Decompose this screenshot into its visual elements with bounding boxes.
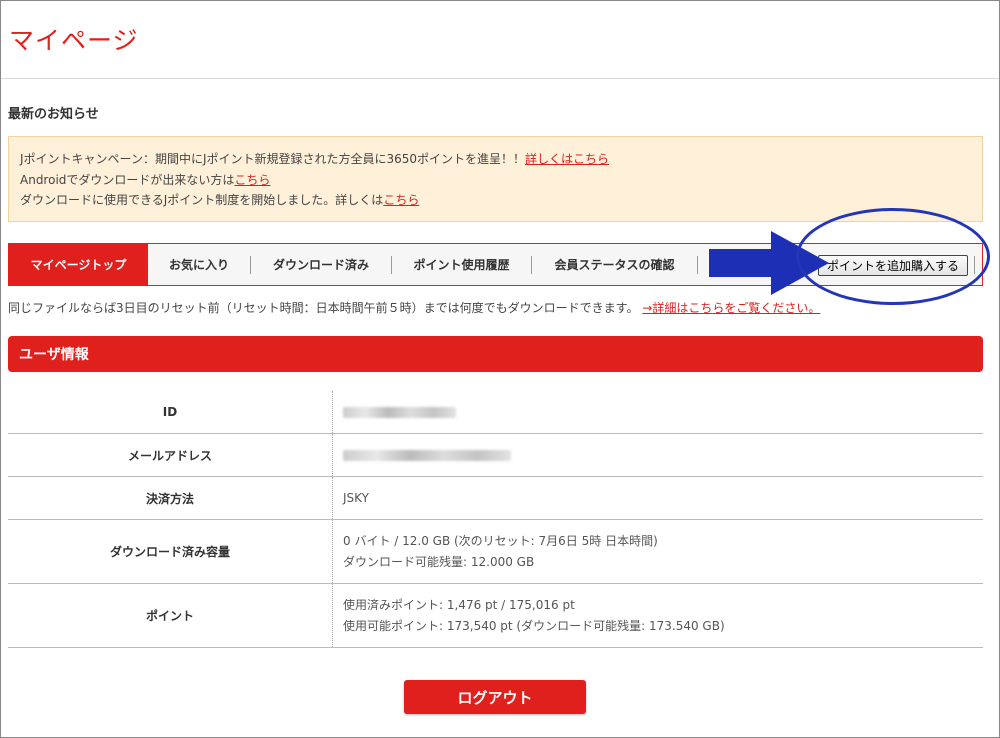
header: マイページ bbox=[1, 1, 999, 79]
row-label-points: ポイント bbox=[8, 584, 333, 647]
points-available: 使用可能ポイント: 173,540 pt (ダウンロード可能残量: 173.54… bbox=[343, 618, 725, 633]
row-value-id bbox=[333, 391, 983, 433]
tab-point-history[interactable]: ポイント使用履歴 bbox=[392, 244, 531, 285]
logout-button[interactable]: ログアウト bbox=[404, 680, 586, 714]
row-value-payment: JSKY bbox=[333, 477, 983, 519]
table-row: ポイント 使用済みポイント: 1,476 pt / 175,016 pt 使用可… bbox=[8, 584, 983, 648]
row-label-download-capacity: ダウンロード済み容量 bbox=[8, 520, 333, 583]
table-row: 決済方法 JSKY bbox=[8, 477, 983, 520]
row-label-email: メールアドレス bbox=[8, 434, 333, 476]
table-row: メールアドレス bbox=[8, 434, 983, 477]
redacted-id bbox=[343, 406, 456, 418]
news-heading: 最新のお知らせ bbox=[8, 107, 99, 122]
news-item-text: Androidでダウンロードが出来ない方は bbox=[20, 172, 235, 187]
highlight-circle bbox=[796, 208, 990, 305]
points-used: 使用済みポイント: 1,476 pt / 175,016 pt bbox=[343, 597, 575, 612]
reset-note: 同じファイルならば3日目のリセット前（リセット時間：日本時間午前５時）までは何度… bbox=[8, 299, 820, 316]
news-item-text: Jポイントキャンペーン：期間中にJポイント新規登録された方全員に3650ポイント… bbox=[20, 152, 526, 166]
tab-downloaded[interactable]: ダウンロード済み bbox=[251, 244, 391, 285]
tab-member-status[interactable]: 会員ステータスの確認 bbox=[532, 244, 697, 285]
download-remaining: ダウンロード可能残量: 12.000 GB bbox=[343, 554, 535, 569]
news-item: Androidでダウンロードが出来ない方はこちら bbox=[20, 170, 982, 191]
tab-favorites[interactable]: お気に入り bbox=[148, 244, 250, 285]
row-value-download-capacity: 0 バイト / 12.0 GB (次のリセット: 7月6日 5時 日本時間) ダ… bbox=[333, 520, 983, 583]
news-item-link[interactable]: こちら bbox=[234, 173, 270, 187]
row-label-id: ID bbox=[8, 391, 333, 433]
row-value-points: 使用済みポイント: 1,476 pt / 175,016 pt 使用可能ポイント… bbox=[333, 584, 983, 647]
download-used: 0 バイト / 12.0 GB (次のリセット: 7月6日 5時 日本時間) bbox=[343, 533, 658, 548]
news-item: ダウンロードに使用できるJポイント制度を開始しました。詳しくはこちら bbox=[20, 190, 982, 211]
page-title: マイページ bbox=[9, 26, 139, 55]
reset-note-text: 同じファイルならば3日目のリセット前（リセット時間：日本時間午前５時）までは何度… bbox=[8, 301, 639, 315]
table-row: ID bbox=[8, 391, 983, 434]
row-label-payment: 決済方法 bbox=[8, 477, 333, 519]
news-box: Jポイントキャンペーン：期間中にJポイント新規登録された方全員に3650ポイント… bbox=[8, 136, 983, 222]
news-item-text: ダウンロードに使用できるJポイント制度を開始しました。詳しくは bbox=[20, 193, 384, 207]
user-info-heading: ユーザ情報 bbox=[8, 336, 983, 372]
user-info-table: ID メールアドレス 決済方法 JSKY ダウンロード済み容量 0 バイト / … bbox=[8, 391, 983, 648]
tab-mypage-top[interactable]: マイページトップ bbox=[9, 244, 148, 285]
news-item-link[interactable]: 詳しくはこちら bbox=[525, 152, 609, 166]
tab-divider bbox=[697, 256, 698, 274]
news-item: Jポイントキャンペーン：期間中にJポイント新規登録された方全員に3650ポイント… bbox=[20, 149, 982, 170]
payment-method: JSKY bbox=[343, 490, 369, 505]
table-row: ダウンロード済み容量 0 バイト / 12.0 GB (次のリセット: 7月6日… bbox=[8, 520, 983, 584]
reset-note-link[interactable]: →詳細はこちらをご覧ください。 bbox=[642, 301, 820, 315]
redacted-email bbox=[343, 449, 511, 461]
news-item-link[interactable]: こちら bbox=[383, 193, 419, 207]
row-value-email bbox=[333, 434, 983, 476]
